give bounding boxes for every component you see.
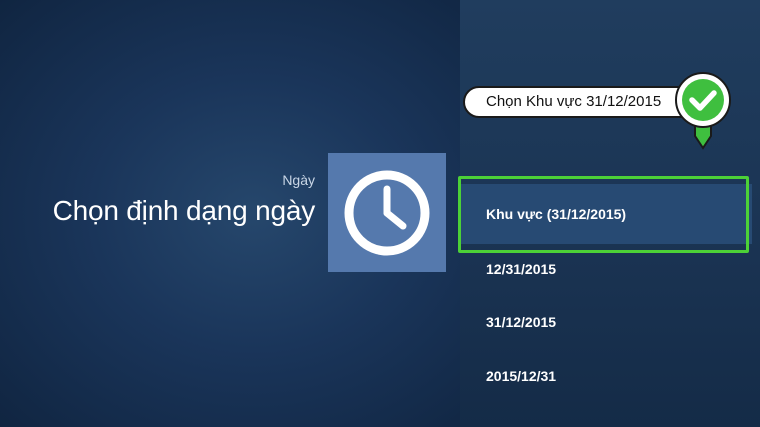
option-dmy[interactable]: 31/12/2015	[460, 292, 752, 352]
checkmark-icon	[673, 72, 733, 159]
selection-highlight	[458, 176, 749, 253]
clock-icon	[344, 170, 430, 256]
page-title: Chọn định dạng ngày	[52, 195, 316, 226]
settings-category: Ngày	[282, 172, 315, 188]
settings-tile	[328, 153, 446, 272]
option-ymd[interactable]: 2015/12/31	[460, 346, 752, 406]
